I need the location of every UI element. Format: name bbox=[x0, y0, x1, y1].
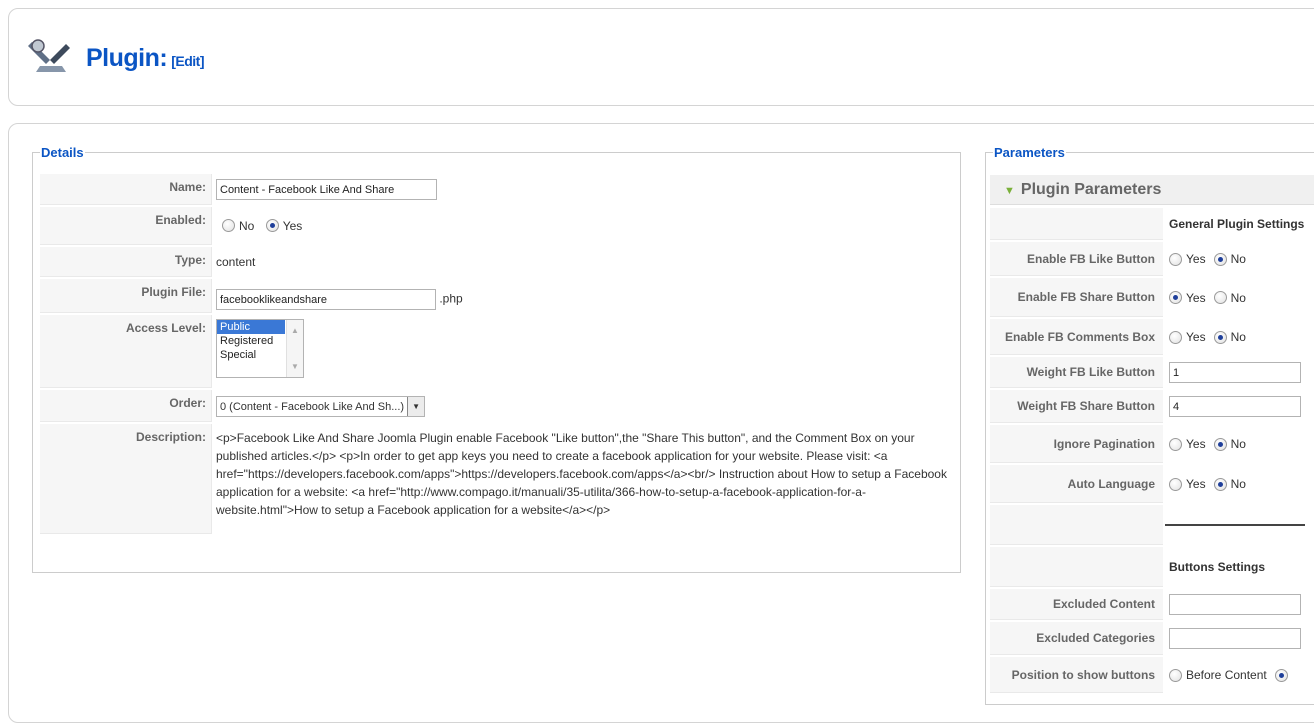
enable-share-yes-radio[interactable] bbox=[1169, 291, 1182, 304]
plugin-file-label: Plugin File: bbox=[40, 279, 212, 313]
plugin-file-ext: .php bbox=[439, 291, 463, 306]
auto-language-yes-radio[interactable] bbox=[1169, 477, 1182, 491]
enable-like-yes-radio[interactable] bbox=[1169, 252, 1182, 266]
excluded-content-label: Excluded Content bbox=[990, 589, 1163, 620]
enabled-yes-label: Yes bbox=[282, 218, 303, 233]
buttons-settings-header: Buttons Settings bbox=[1169, 560, 1265, 574]
row-weight-like: Weight FB Like Button bbox=[990, 357, 1314, 388]
access-level-select[interactable]: Public Registered Special ▲ ▼ bbox=[216, 319, 304, 378]
details-legend: Details bbox=[41, 145, 84, 160]
name-input[interactable] bbox=[216, 179, 437, 200]
auto-language-label: Auto Language bbox=[990, 465, 1163, 503]
page-title: Plugin: [Edit] bbox=[86, 44, 204, 72]
type-value: content bbox=[216, 255, 256, 269]
row-name: Name: bbox=[40, 174, 957, 205]
ignore-pagination-yes-radio[interactable] bbox=[1169, 437, 1182, 451]
plugin-file-input[interactable] bbox=[216, 289, 436, 310]
plugin-parameters-title: Plugin Parameters bbox=[1020, 181, 1162, 198]
weight-like-input[interactable] bbox=[1169, 362, 1301, 383]
auto-language-no-radio[interactable] bbox=[1213, 477, 1227, 491]
row-ignore-pagination: Ignore Pagination Yes No bbox=[990, 425, 1314, 463]
enabled-no-radio[interactable] bbox=[222, 219, 235, 233]
description-label: Description: bbox=[40, 424, 212, 534]
enable-share-label: Enable FB Share Button bbox=[990, 278, 1163, 317]
weight-share-label: Weight FB Share Button bbox=[990, 390, 1163, 423]
enable-like-no-radio[interactable] bbox=[1213, 252, 1227, 266]
scroll-down-icon: ▼ bbox=[291, 362, 299, 371]
order-value: 0 (Content - Facebook Like And Sh...) bbox=[220, 400, 405, 413]
section-divider bbox=[1165, 524, 1305, 526]
edit-tag: [Edit] bbox=[171, 53, 204, 69]
type-label: Type: bbox=[40, 247, 212, 277]
position-label: Position to show buttons bbox=[990, 657, 1163, 693]
row-order: Order: 0 (Content - Facebook Like And Sh… bbox=[40, 390, 957, 422]
excluded-categories-input[interactable] bbox=[1169, 628, 1301, 649]
row-enable-like: Enable FB Like Button Yes No bbox=[990, 242, 1314, 276]
enable-comments-no-radio[interactable] bbox=[1213, 330, 1227, 344]
row-position: Position to show buttons Before Content bbox=[990, 657, 1314, 693]
ignore-pagination-label: Ignore Pagination bbox=[990, 425, 1163, 463]
weight-share-input[interactable] bbox=[1169, 396, 1301, 417]
enabled-no-label: No bbox=[239, 218, 255, 233]
position-after-radio[interactable] bbox=[1274, 668, 1288, 682]
row-general-header: General Plugin Settings bbox=[990, 208, 1314, 240]
scroll-up-icon: ▲ bbox=[291, 326, 299, 335]
enabled-label: Enabled: bbox=[40, 207, 212, 245]
excluded-categories-label: Excluded Categories bbox=[990, 622, 1163, 655]
enable-comments-yes-radio[interactable] bbox=[1169, 330, 1182, 344]
position-before-radio[interactable] bbox=[1169, 668, 1182, 682]
enable-comments-label: Enable FB Comments Box bbox=[990, 319, 1163, 355]
ignore-pagination-no-radio[interactable] bbox=[1213, 437, 1227, 451]
weight-like-label: Weight FB Like Button bbox=[990, 357, 1163, 388]
row-auto-language: Auto Language Yes No bbox=[990, 465, 1314, 503]
enabled-yes-radio[interactable] bbox=[265, 219, 279, 233]
plugin-parameters-toggle[interactable]: ▼ Plugin Parameters bbox=[990, 175, 1314, 205]
excluded-content-input[interactable] bbox=[1169, 594, 1301, 615]
row-description: Description: <p>Facebook Like And Share … bbox=[40, 424, 957, 534]
row-enable-comments: Enable FB Comments Box Yes No bbox=[990, 319, 1314, 355]
select-scrollbar[interactable]: ▲ ▼ bbox=[286, 320, 303, 377]
enable-like-label: Enable FB Like Button bbox=[990, 242, 1163, 276]
plugin-icon bbox=[26, 32, 72, 76]
row-divider bbox=[990, 505, 1314, 545]
row-enabled: Enabled: No Yes bbox=[40, 207, 957, 245]
order-label: Order: bbox=[40, 390, 212, 422]
row-plugin-file: Plugin File: .php bbox=[40, 279, 957, 313]
row-access-level: Access Level: Public Registered Special … bbox=[40, 315, 957, 388]
parameters-legend: Parameters bbox=[994, 145, 1065, 160]
triangle-down-icon: ▼ bbox=[1004, 185, 1015, 197]
enable-share-no-radio[interactable] bbox=[1213, 291, 1227, 304]
description-text: <p>Facebook Like And Share Joomla Plugin… bbox=[216, 431, 947, 517]
access-level-label: Access Level: bbox=[40, 315, 212, 388]
row-excluded-content: Excluded Content bbox=[990, 589, 1314, 620]
order-select[interactable]: 0 (Content - Facebook Like And Sh...) ▼ bbox=[216, 396, 426, 417]
parameters-table: General Plugin Settings Enable FB Like B… bbox=[990, 208, 1314, 695]
name-label: Name: bbox=[40, 174, 212, 205]
row-excluded-categories: Excluded Categories bbox=[990, 622, 1314, 655]
row-buttons-header: Buttons Settings bbox=[990, 547, 1314, 587]
row-type: Type: content bbox=[40, 247, 957, 277]
general-settings-header: General Plugin Settings bbox=[1169, 217, 1305, 231]
access-option-public[interactable]: Public bbox=[217, 320, 285, 334]
row-enable-share: Enable FB Share Button Yes No bbox=[990, 278, 1314, 317]
row-weight-share: Weight FB Share Button bbox=[990, 390, 1314, 423]
details-table: Name: Enabled: No Yes Type: content Plug… bbox=[40, 174, 957, 536]
chevron-down-icon: ▼ bbox=[407, 397, 425, 416]
